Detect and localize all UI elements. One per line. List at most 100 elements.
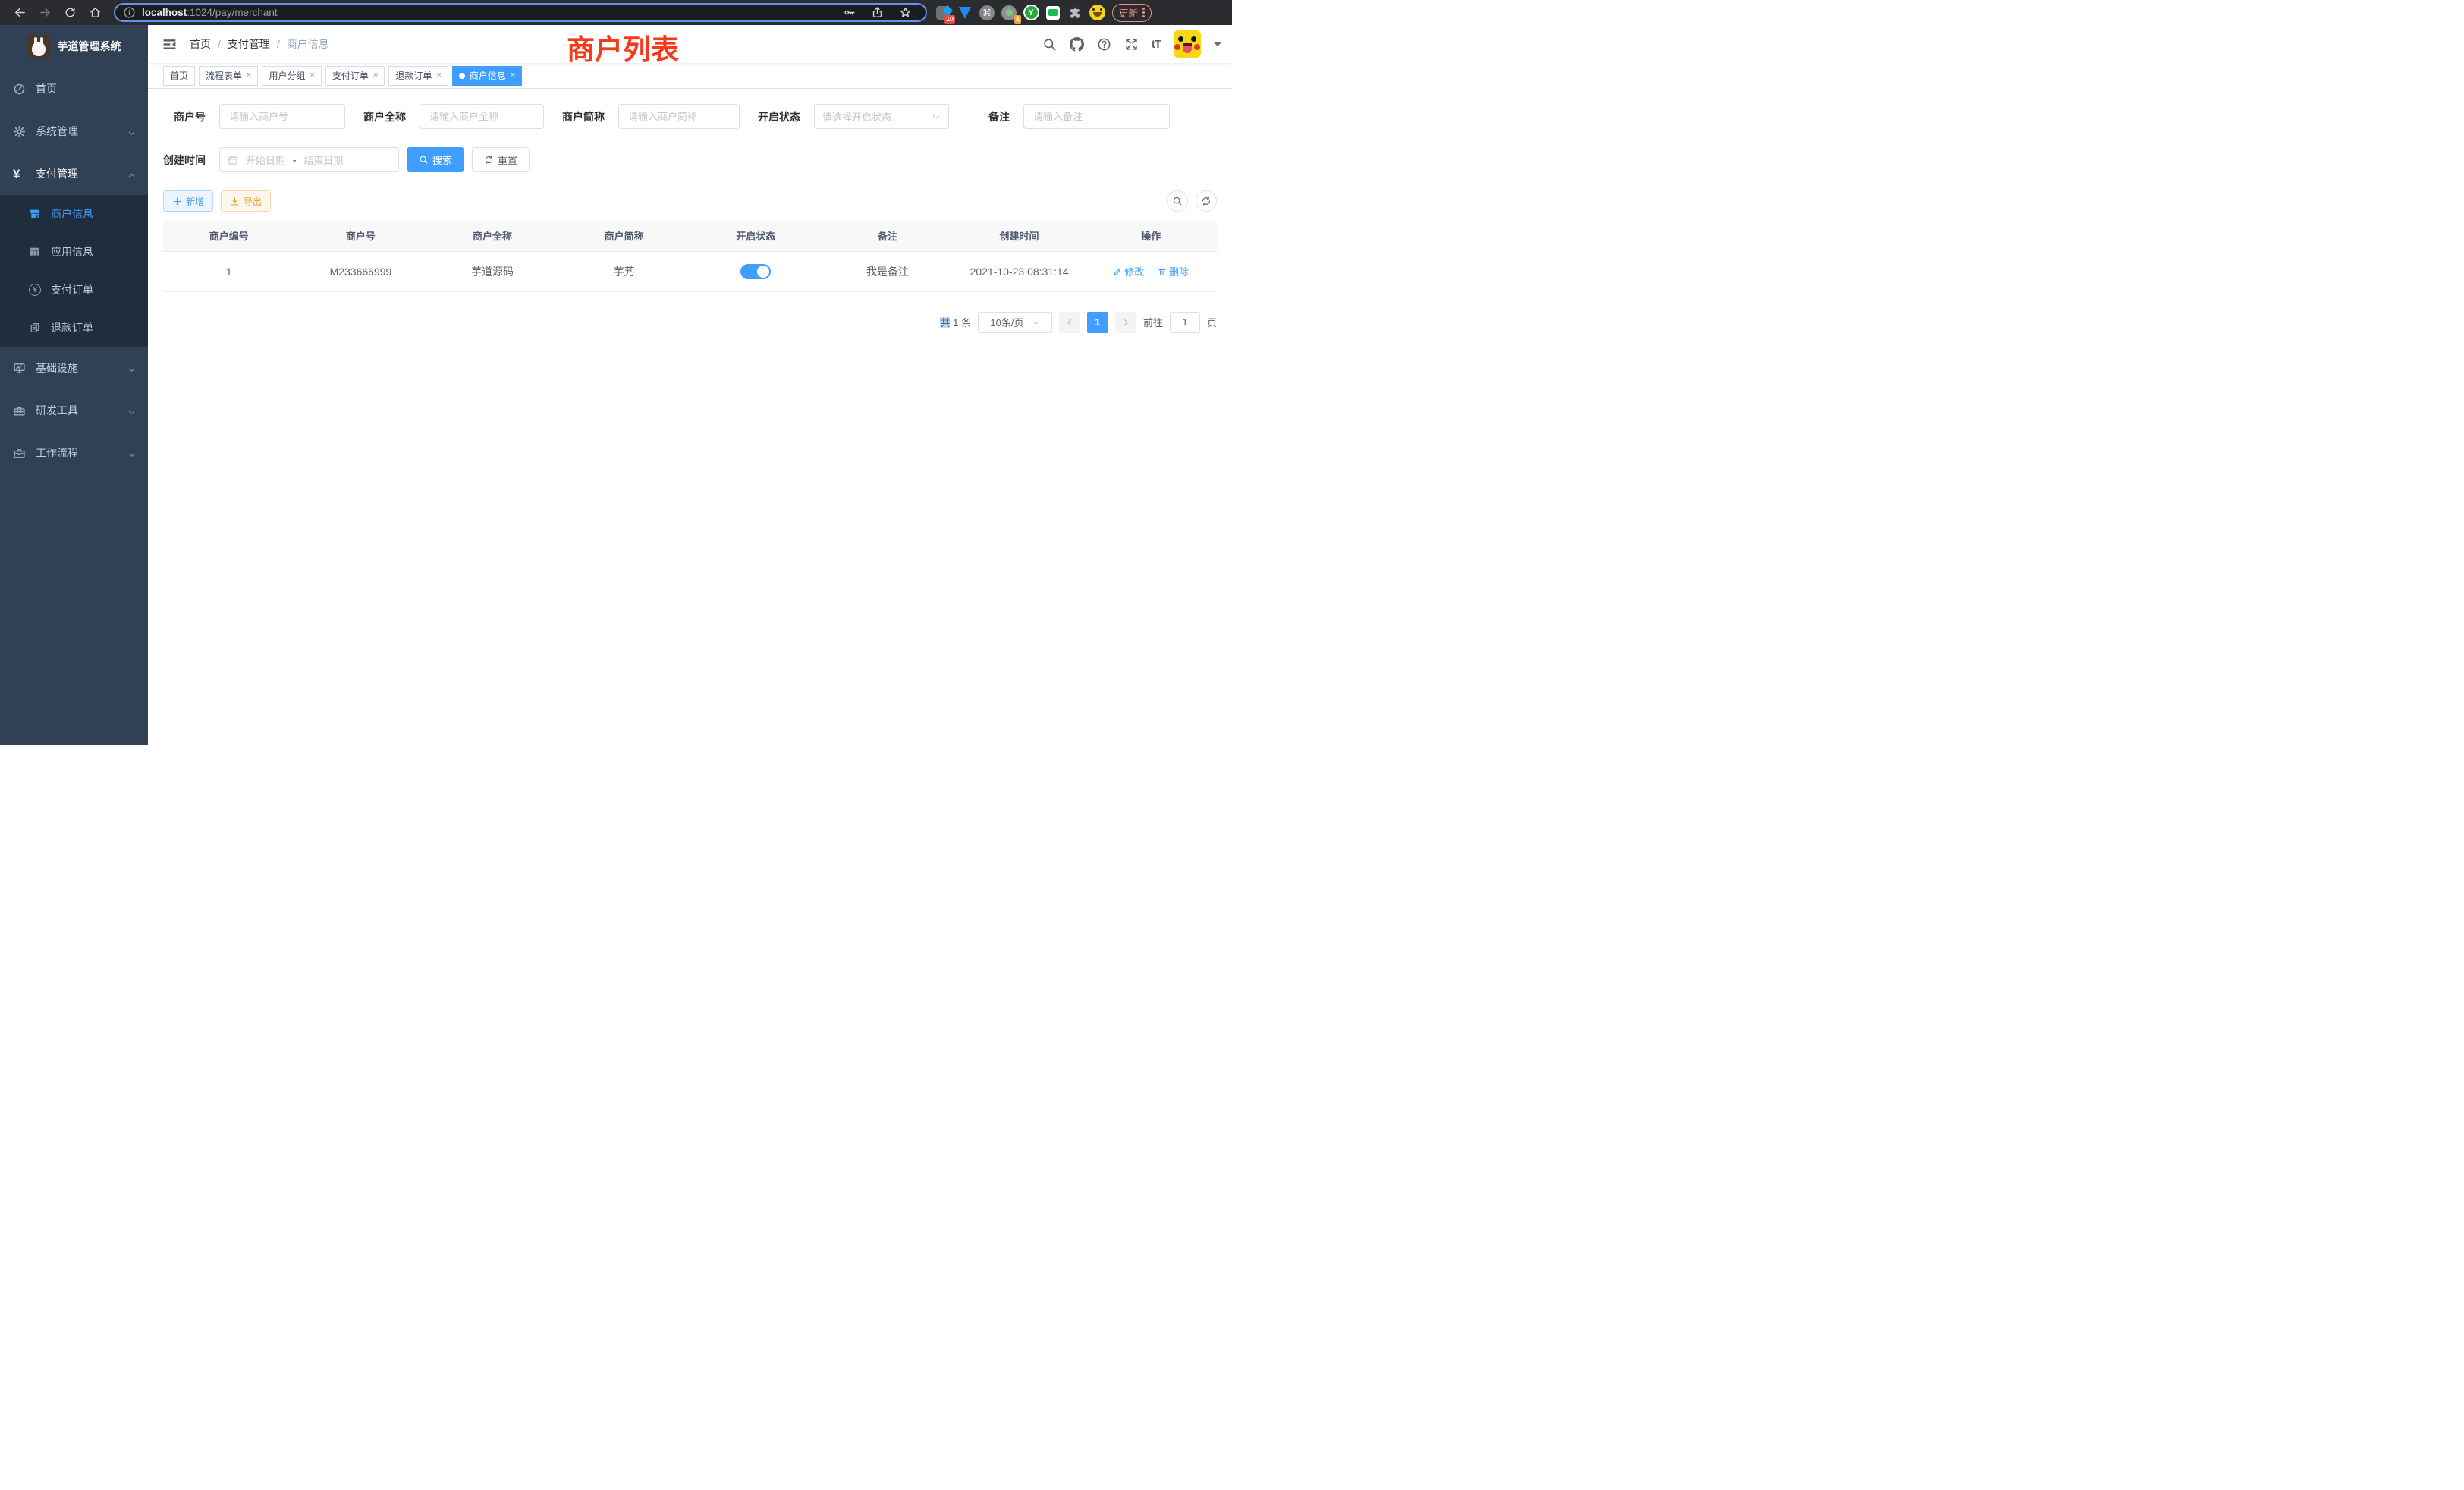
github-icon[interactable]	[1070, 37, 1084, 52]
tab-home[interactable]: 首页	[163, 66, 195, 86]
breadcrumb-home[interactable]: 首页	[190, 36, 211, 52]
chevron-down-icon	[1032, 318, 1040, 326]
merchant-no-input[interactable]	[219, 104, 345, 129]
monitor-chart-icon	[13, 362, 26, 375]
sidebar-item-system[interactable]: 系统管理	[0, 110, 148, 152]
sidebar-item-home[interactable]: 首页	[0, 68, 148, 110]
calendar-icon	[228, 155, 238, 165]
extension-status-icon[interactable]: 1	[1001, 5, 1017, 21]
refresh-icon	[1201, 196, 1212, 206]
breadcrumb-current: 商户信息	[287, 36, 329, 52]
search-icon	[1172, 196, 1183, 206]
cell-merchant-no: M233666999	[295, 251, 427, 291]
extension-chat-icon[interactable]	[1045, 5, 1061, 21]
forward-icon[interactable]	[39, 6, 52, 19]
avatar-caret-icon[interactable]	[1214, 42, 1221, 50]
tab-merchant-info[interactable]: 商户信息×	[452, 66, 522, 86]
shop-icon	[29, 208, 41, 220]
breadcrumb: 首页 / 支付管理 / 商户信息	[190, 36, 329, 52]
gear-icon	[13, 125, 26, 138]
sidebar-item-pay-order[interactable]: ¥ 支付订单	[0, 271, 148, 309]
hamburger-icon[interactable]	[162, 37, 177, 52]
site-info-icon[interactable]	[123, 6, 136, 19]
extensions-puzzle-icon[interactable]	[1067, 5, 1083, 21]
page-annotation: 商户列表	[567, 27, 679, 68]
delete-link[interactable]: 删除	[1158, 264, 1189, 278]
chevron-left-icon	[1065, 318, 1074, 327]
goto-page-input[interactable]	[1170, 312, 1200, 333]
merchant-no-label: 商户号	[163, 109, 206, 124]
close-icon[interactable]: ×	[247, 71, 251, 80]
status-toggle[interactable]	[740, 264, 771, 279]
grid-table-icon	[29, 246, 41, 258]
next-page-button[interactable]	[1115, 312, 1136, 333]
browser-menu-icon[interactable]	[1142, 8, 1145, 17]
refresh-table-button[interactable]	[1196, 190, 1217, 212]
create-time-range-picker[interactable]: 开始日期 - 结束日期	[219, 147, 399, 172]
add-button[interactable]: 新增	[163, 190, 213, 212]
extension-y-icon[interactable]: Y	[1023, 5, 1039, 21]
close-icon[interactable]: ×	[436, 71, 441, 80]
fullscreen-icon[interactable]	[1124, 37, 1139, 52]
close-icon[interactable]: ×	[310, 71, 314, 80]
search-icon[interactable]	[1042, 37, 1057, 52]
extension-gem-icon[interactable]	[957, 5, 973, 21]
extension-userscript-icon[interactable]: 10	[935, 5, 951, 21]
reload-icon[interactable]	[64, 6, 77, 19]
col-short-name: 商户简称	[558, 221, 690, 251]
remark-input[interactable]	[1023, 104, 1170, 129]
export-button[interactable]: 导出	[221, 190, 271, 212]
back-icon[interactable]	[14, 6, 27, 19]
tab-refund-order[interactable]: 退款订单×	[388, 66, 448, 86]
sidebar-item-refund-order[interactable]: 退款订单	[0, 309, 148, 347]
sidebar-item-merchant-info[interactable]: 商户信息	[0, 195, 148, 233]
briefcase-icon	[13, 447, 26, 460]
update-label: 更新	[1119, 5, 1138, 20]
share-icon[interactable]	[871, 6, 884, 19]
close-icon[interactable]: ×	[373, 71, 378, 80]
breadcrumb-pay[interactable]: 支付管理	[228, 36, 270, 52]
extensions-row: 10 ⌘ 1 Y	[935, 5, 1105, 21]
page-size-select[interactable]: 10条/页	[978, 312, 1052, 333]
sidebar-item-app-info[interactable]: 应用信息	[0, 233, 148, 271]
sidebar-item-infra[interactable]: 基础设施	[0, 347, 148, 389]
search-button[interactable]: 搜索	[407, 147, 464, 172]
home-icon[interactable]	[89, 6, 102, 19]
edit-link[interactable]: 修改	[1113, 264, 1144, 278]
tab-process-form[interactable]: 流程表单×	[199, 66, 258, 86]
tab-pay-order[interactable]: 支付订单×	[325, 66, 385, 86]
bookmark-star-icon[interactable]	[899, 6, 912, 19]
plus-icon	[172, 196, 182, 206]
help-icon[interactable]	[1097, 37, 1111, 52]
reset-button[interactable]: 重置	[472, 147, 530, 172]
extension-emoji-icon[interactable]	[1089, 5, 1105, 21]
sidebar-item-devtools[interactable]: 研发工具	[0, 389, 148, 432]
address-bar[interactable]: localhost:1024/pay/merchant	[114, 3, 927, 22]
toggle-search-button[interactable]	[1167, 190, 1188, 212]
tab-user-group[interactable]: 用户分组×	[262, 66, 321, 86]
app-shell: 芋道管理系统 首页 系统管理 ¥ 支付管理	[0, 25, 1232, 745]
edit-pencil-icon	[1113, 267, 1122, 276]
close-icon[interactable]: ×	[511, 71, 515, 80]
page-1-button[interactable]: 1	[1087, 312, 1108, 333]
avatar[interactable]	[1174, 30, 1201, 58]
end-date-placeholder: 结束日期	[303, 152, 343, 167]
filter-row-2: 创建时间 开始日期 - 结束日期 搜索 重置	[163, 147, 1217, 172]
font-size-icon[interactable]: tT	[1152, 38, 1161, 51]
status-select[interactable]: 请选择开启状态	[814, 104, 949, 129]
extension-command-icon[interactable]: ⌘	[979, 5, 995, 21]
cell-short-name: 芋艿	[558, 251, 690, 291]
pagination-total: 共 1 条	[940, 315, 971, 329]
sidebar-menu: 首页 系统管理 ¥ 支付管理 商户信息	[0, 68, 148, 474]
browser-update-button[interactable]: 更新	[1112, 4, 1152, 22]
yen-circle-icon: ¥	[29, 284, 41, 296]
sidebar-item-pay[interactable]: ¥ 支付管理	[0, 152, 148, 195]
sidebar-logo[interactable]: 芋道管理系统	[0, 25, 148, 68]
table-row: 1 M233666999 芋道源码 芋艿 我是备注 2021-10-23 08:…	[163, 251, 1217, 291]
short-name-input[interactable]	[618, 104, 740, 129]
full-name-input[interactable]	[420, 104, 544, 129]
prev-page-button[interactable]	[1059, 312, 1080, 333]
password-key-icon[interactable]	[843, 6, 856, 19]
sidebar-item-workflow[interactable]: 工作流程	[0, 432, 148, 474]
col-merchant-id: 商户编号	[163, 221, 295, 251]
